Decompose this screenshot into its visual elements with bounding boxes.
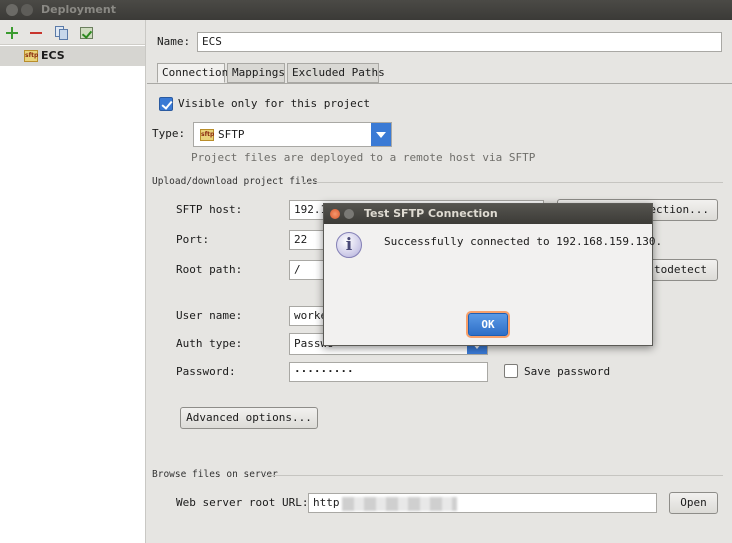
- use-as-default-icon[interactable]: [79, 25, 95, 41]
- port-label: Port:: [176, 233, 210, 246]
- sftp-icon: sftp: [200, 129, 214, 141]
- name-input[interactable]: ECS: [197, 32, 722, 52]
- advanced-options-button[interactable]: Advanced options...: [180, 407, 318, 429]
- chevron-down-icon[interactable]: [371, 123, 391, 146]
- dialog-minimize-button[interactable]: [344, 209, 354, 219]
- save-password-checkbox[interactable]: [504, 364, 518, 378]
- server-list-item-label: ECS: [41, 49, 65, 62]
- type-select-value: SFTP: [218, 128, 245, 141]
- browse-section-divider: [265, 475, 723, 476]
- web-root-url-input[interactable]: http: [308, 493, 657, 513]
- dialog-title: Test SFTP Connection: [364, 207, 498, 220]
- visible-only-checkbox[interactable]: [159, 97, 173, 111]
- copy-server-icon[interactable]: [53, 25, 69, 41]
- password-input[interactable]: ·········: [289, 362, 488, 382]
- ok-button[interactable]: OK: [468, 313, 508, 336]
- tab-excluded-paths[interactable]: Excluded Paths: [287, 63, 385, 83]
- name-label: Name:: [157, 35, 191, 48]
- autodetect-button[interactable]: utodetect: [645, 259, 718, 281]
- dialog-message: Successfully connected to 192.168.159.13…: [384, 235, 663, 248]
- server-list-toolbar: [0, 20, 145, 45]
- type-label: Type:: [152, 127, 186, 140]
- sftp-icon: sftp: [24, 50, 38, 62]
- web-root-url-value: http: [313, 496, 340, 509]
- web-root-url-label: Web server root URL:: [176, 496, 309, 509]
- auth-type-label: Auth type:: [176, 337, 243, 350]
- type-select[interactable]: sftp SFTP: [193, 122, 392, 147]
- remove-server-icon[interactable]: [28, 25, 44, 41]
- window-title: Deployment: [41, 3, 116, 16]
- server-list-item-ecs[interactable]: sftp ECS: [0, 46, 145, 66]
- dialog-titlebar: Test SFTP Connection: [324, 204, 652, 224]
- save-password-label: Save password: [524, 365, 611, 378]
- sftp-host-label: SFTP host:: [176, 203, 243, 216]
- browse-section-title: Browse files on server: [152, 469, 278, 480]
- tab-connection[interactable]: Connection: [157, 63, 228, 83]
- server-list-panel: sftp ECS: [0, 20, 146, 543]
- window-minimize-button[interactable]: [21, 4, 33, 16]
- window-titlebar: Deployment: [0, 0, 732, 20]
- password-label: Password:: [176, 365, 236, 378]
- visible-only-label: Visible only for this project: [178, 97, 371, 110]
- upload-section-title: Upload/download project files: [152, 176, 318, 187]
- type-hint: Project files are deployed to a remote h…: [191, 151, 536, 164]
- info-icon: i: [336, 232, 362, 258]
- redacted-url-region: [342, 497, 457, 511]
- test-sftp-connection-dialog: Test SFTP Connection i Successfully conn…: [323, 203, 662, 346]
- window-close-button[interactable]: [6, 4, 18, 16]
- upload-section-divider: [303, 182, 723, 183]
- open-button[interactable]: Open: [669, 492, 718, 514]
- dialog-close-button[interactable]: [330, 209, 340, 219]
- tab-mappings[interactable]: Mappings: [227, 63, 285, 83]
- root-path-label: Root path:: [176, 263, 243, 276]
- user-name-label: User name:: [176, 309, 243, 322]
- add-server-icon[interactable]: [4, 25, 20, 41]
